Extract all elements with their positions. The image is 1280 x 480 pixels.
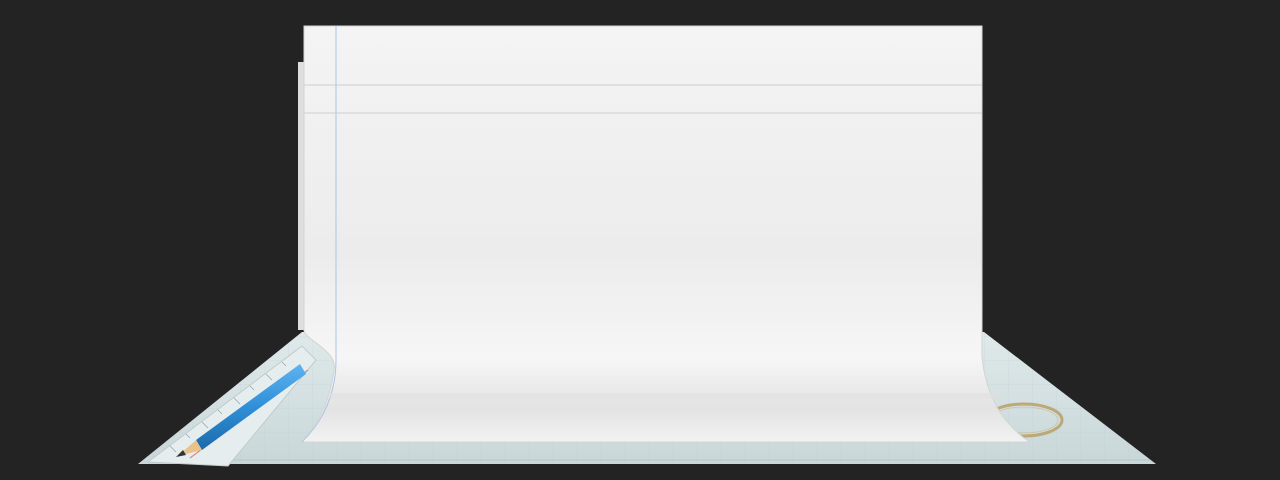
curled-paper-sheet (298, 25, 1032, 443)
back-paper-sheet (298, 62, 304, 330)
scene-illustration (138, 25, 1156, 467)
desk-scene (0, 0, 1280, 480)
